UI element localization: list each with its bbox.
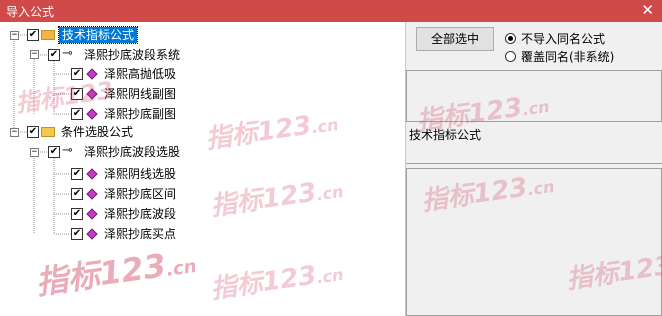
collapse-toggle[interactable]: − (30, 50, 39, 59)
tree-node-label[interactable]: 泽熙阴线副图 (104, 86, 176, 102)
title-bar: 导入公式 ✕ (0, 0, 662, 22)
radio-overwrite-same-name[interactable] (505, 51, 516, 62)
tree-node-label[interactable]: 泽熙抄底波段系统 (84, 47, 180, 63)
close-icon[interactable]: ✕ (641, 1, 654, 19)
tree-node-label[interactable]: 泽熙抄底副图 (104, 106, 176, 122)
tree-node-label[interactable]: 泽熙抄底买点 (104, 226, 176, 242)
tree-guide-lines (13, 34, 72, 235)
radio-label[interactable]: 覆盖同名(非系统) (521, 48, 614, 65)
options-panel: 全部选中 不导入同名公式 覆盖同名(非系统) 技术指标公式 指标123.cn 指… (406, 22, 662, 316)
window-title: 导入公式 (6, 5, 55, 19)
tree-node-label[interactable]: 条件选股公式 (61, 124, 133, 140)
detail-label: 技术指标公式 (409, 128, 482, 142)
formula-tree[interactable]: − ✔ 技术指标公式 − ✔ ⊸ 泽熙抄底波段系统 ✔ 泽熙高抛低吸 ✔ 泽熙阴… (0, 22, 406, 316)
collapse-toggle[interactable]: − (30, 148, 39, 157)
node-checkbox[interactable]: ✔ (27, 126, 39, 138)
folder-icon (41, 30, 55, 40)
node-checkbox[interactable]: ✔ (71, 208, 83, 220)
key-icon: ⊸ (62, 143, 73, 158)
node-checkbox[interactable]: ✔ (71, 168, 83, 180)
tree-node-label[interactable]: 泽熙抄底波段选股 (84, 144, 180, 160)
radio-label[interactable]: 不导入同名公式 (521, 30, 605, 47)
divider (406, 146, 662, 164)
select-all-button[interactable]: 全部选中 (416, 27, 494, 51)
key-icon: ⊸ (62, 46, 73, 61)
tree-node-label[interactable]: 泽熙阴线选股 (104, 166, 176, 182)
tree-node-label[interactable]: 泽熙抄底波段 (104, 206, 176, 222)
node-checkbox[interactable]: ✔ (71, 188, 83, 200)
collapse-toggle[interactable]: − (10, 128, 19, 137)
node-checkbox[interactable]: ✔ (71, 228, 83, 240)
node-checkbox[interactable]: ✔ (27, 29, 39, 41)
node-checkbox[interactable]: ✔ (71, 88, 83, 100)
node-checkbox[interactable]: ✔ (48, 49, 60, 61)
collapse-toggle[interactable]: − (10, 31, 19, 40)
tree-node-label[interactable]: 技术指标公式 (57, 26, 139, 44)
tree-node-label[interactable]: 泽熙高抛低吸 (104, 66, 176, 82)
radio-skip-same-name[interactable] (505, 33, 516, 44)
info-pane-bottom (406, 168, 662, 316)
folder-icon (41, 127, 55, 137)
info-pane-top (406, 70, 662, 122)
node-checkbox[interactable]: ✔ (48, 146, 60, 158)
tree-node-label[interactable]: 泽熙抄底区间 (104, 186, 176, 202)
node-checkbox[interactable]: ✔ (71, 68, 83, 80)
node-checkbox[interactable]: ✔ (71, 108, 83, 120)
